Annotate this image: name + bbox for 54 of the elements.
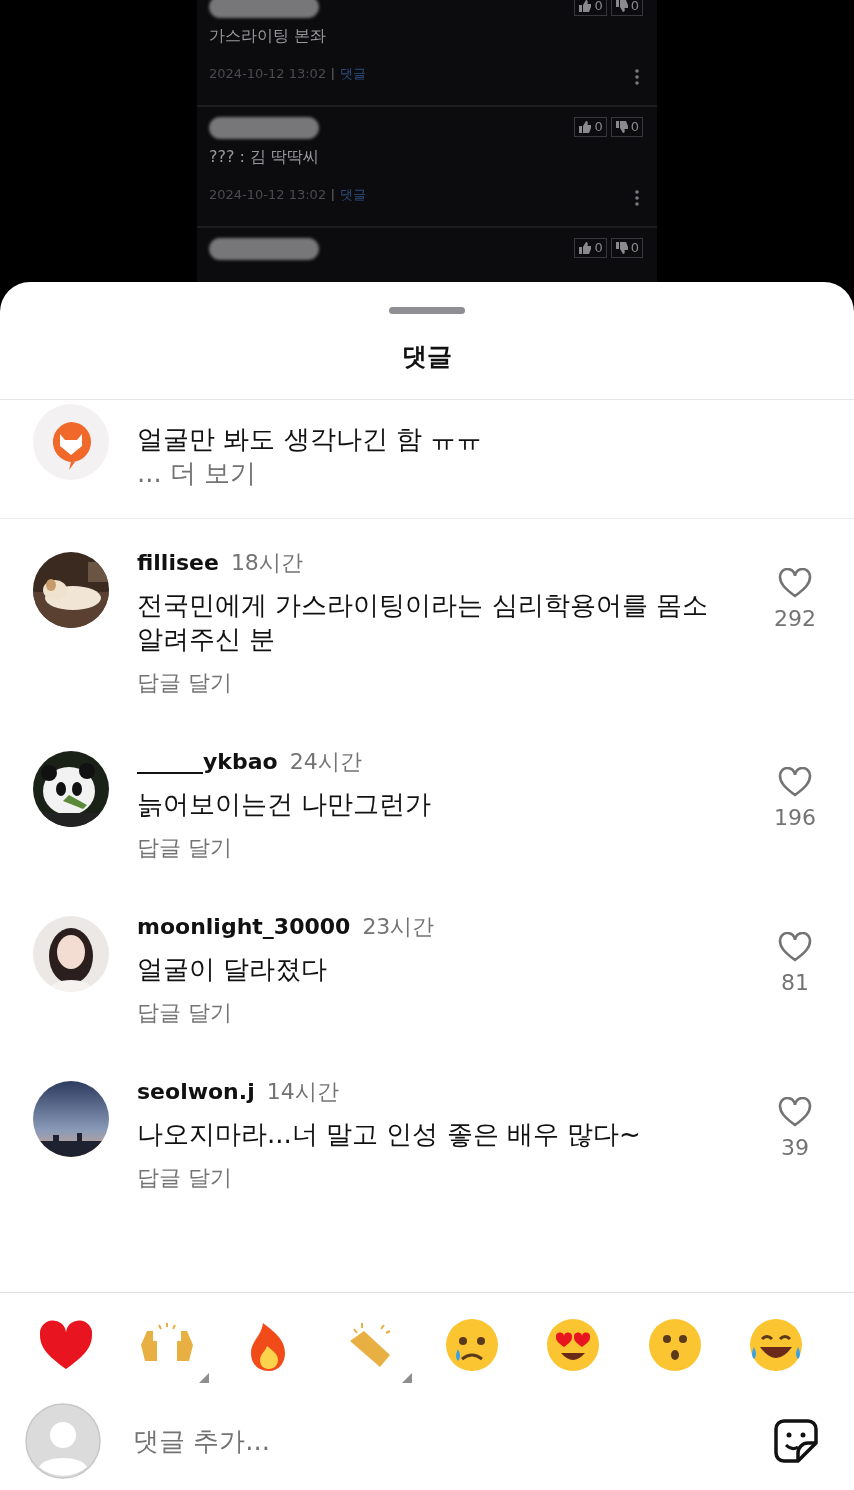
thumbs-down-icon: [614, 241, 629, 255]
thumbs-up-icon: [578, 120, 593, 134]
thumbs-down-icon: [614, 0, 629, 13]
like-count: 292: [774, 605, 816, 633]
thumbs-up-icon: [578, 241, 593, 255]
drag-handle[interactable]: [389, 307, 465, 314]
downvote-button[interactable]: 0: [610, 238, 643, 258]
like-count: 196: [774, 804, 816, 832]
more-icon[interactable]: [635, 69, 639, 85]
like-count: 39: [781, 1134, 809, 1162]
like-icon[interactable]: [778, 767, 812, 797]
upvote-button[interactable]: 0: [574, 238, 607, 258]
like-icon[interactable]: [778, 932, 812, 962]
comment-date: 2024-10-12 13:02: [209, 186, 327, 204]
comment-text: ??? : 김 딱딱씨: [209, 146, 321, 168]
reply-link[interactable]: 답글 달기: [137, 1161, 750, 1195]
comment-text: 전국민에게 가스라이팅이라는 심리학용어를 몸소 알려주신 분: [137, 589, 709, 656]
username[interactable]: ______ykbao: [137, 749, 278, 774]
comment-input-field[interactable]: 댓글 추가...: [131, 1420, 772, 1462]
comment-time: 18시간: [230, 550, 303, 575]
like-count: 81: [781, 969, 809, 997]
thumbs-up-icon: [578, 0, 593, 13]
comment-time: 24시간: [289, 749, 362, 774]
comment-date: 2024-10-12 13:02: [209, 65, 327, 83]
like-icon[interactable]: [778, 568, 812, 598]
upvote-button[interactable]: 0: [574, 0, 607, 16]
sheet-title: 댓글: [402, 341, 452, 373]
comment-text: 얼굴만 봐도 생각나긴 함 ㅠㅠ: [137, 423, 483, 456]
reply-link[interactable]: 답글 달기: [137, 831, 750, 865]
sticker-icon[interactable]: [772, 1417, 820, 1465]
downvote-button[interactable]: 0: [610, 117, 643, 137]
like-icon[interactable]: [778, 1097, 812, 1127]
comment-time: 23시간: [362, 914, 435, 939]
downvote-button[interactable]: 0: [610, 0, 643, 16]
reply-link[interactable]: 답글 달기: [137, 666, 750, 700]
comment-text: 나오지마라...너 말고 인성 좋은 배우 많다~: [137, 1118, 642, 1151]
comment-text: 얼굴이 달라졌다: [137, 953, 329, 986]
avatar-icon: [25, 1403, 101, 1479]
comment-text: 늙어보이는건 나만그런가: [137, 788, 433, 821]
fox-logo-icon[interactable]: [33, 404, 109, 480]
username[interactable]: fillisee: [137, 550, 219, 575]
thumbs-down-icon: [614, 120, 629, 134]
reply-link[interactable]: 답글 달기: [137, 996, 750, 1030]
username[interactable]: seolwon.j: [137, 1079, 255, 1104]
comment-text: 가스라이팅 본좌: [209, 25, 328, 47]
see-more-link[interactable]: ... 더 보기: [137, 456, 483, 490]
more-icon[interactable]: [635, 190, 639, 206]
upvote-button[interactable]: 0: [574, 117, 607, 137]
separator: [332, 67, 335, 80]
variants-indicator-icon[interactable]: [402, 1373, 413, 1383]
separator: [332, 188, 335, 201]
username[interactable]: moonlight_30000: [137, 914, 351, 939]
comment-time: 14시간: [266, 1079, 339, 1104]
variants-indicator-icon[interactable]: [199, 1373, 210, 1383]
